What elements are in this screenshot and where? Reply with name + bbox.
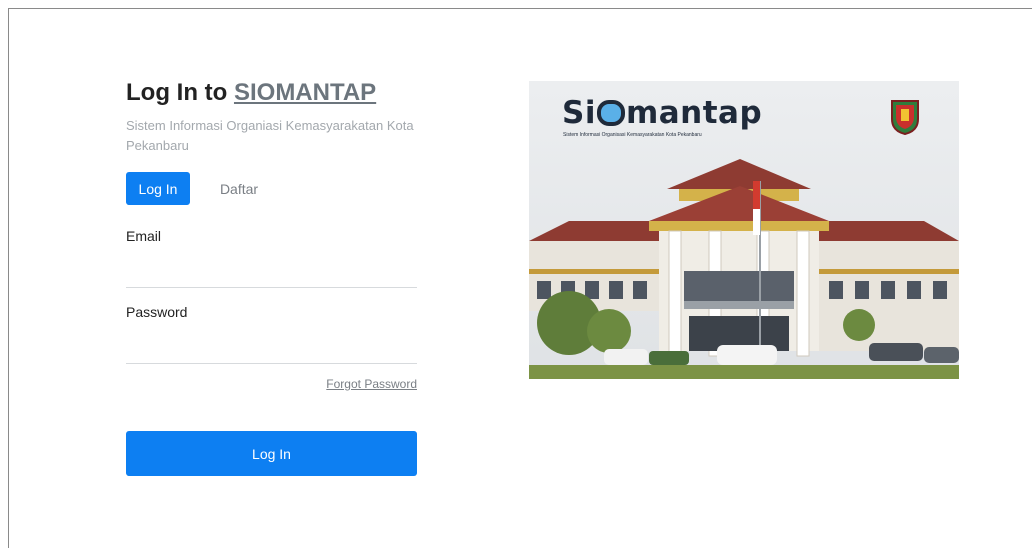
login-submit-button[interactable]: Log In: [126, 431, 417, 476]
logo-text-post: mantap: [625, 95, 763, 131]
page-title-prefix: Log In to: [126, 79, 234, 106]
logo-monitor-icon: [596, 100, 625, 126]
tab-login[interactable]: Log In: [126, 172, 190, 205]
password-label: Password: [126, 304, 188, 320]
brand-link[interactable]: SIOMANTAP: [234, 79, 376, 106]
logo-text-pre: Si: [562, 95, 596, 131]
email-field[interactable]: [126, 257, 417, 288]
city-emblem-icon: [891, 100, 919, 135]
forgot-password-link[interactable]: Forgot Password: [326, 377, 417, 391]
logo-subtext: Sistem Informasi Organisasi Kemasyarakat…: [563, 132, 702, 138]
logo-text: Si mantap: [562, 95, 762, 131]
email-label: Email: [126, 228, 162, 244]
page-title: Log In to SIOMANTAP: [126, 79, 376, 107]
page-subtitle: Sistem Informasi Organiasi Kemasyarakata…: [126, 118, 414, 153]
password-field[interactable]: [126, 333, 417, 364]
banner-image: Si mantap Sistem Informasi Organisasi Kem…: [529, 81, 959, 379]
tab-daftar[interactable]: Daftar: [207, 172, 271, 205]
